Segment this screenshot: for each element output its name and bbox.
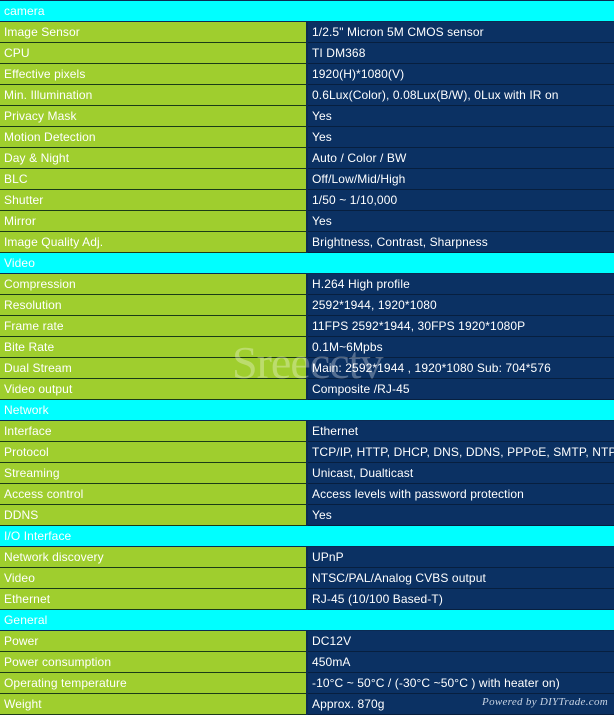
spec-value: Brightness, Contrast, Sharpness	[307, 231, 614, 253]
spec-label: Network discovery	[0, 546, 308, 568]
spec-row: Protocol TCP/IP, HTTP, DHCP, DNS, DDNS, P…	[0, 441, 614, 463]
spec-row: Interface Ethernet	[0, 420, 614, 442]
section-header-row: I/O Interface	[0, 525, 614, 547]
spec-label: Resolution	[0, 294, 308, 316]
spec-row: Streaming Unicast, Dualticast	[0, 462, 614, 484]
spec-row: Resolution 2592*1944, 1920*1080	[0, 294, 614, 316]
spec-sheet-page: { "colors": { "section_header_bg": "#00f…	[0, 0, 614, 715]
spec-row: Network discovery UPnP	[0, 546, 614, 568]
spec-row: DDNS Yes	[0, 504, 614, 526]
spec-row: Power consumption 450mA	[0, 651, 614, 673]
spec-row: Shutter 1/50 ~ 1/10,000	[0, 189, 614, 211]
spec-label: Day & Night	[0, 147, 308, 169]
spec-value: 1/2.5" Micron 5M CMOS sensor	[307, 21, 614, 43]
spec-label: Image Sensor	[0, 21, 308, 43]
spec-value: TI DM368	[307, 42, 614, 64]
spec-value: Yes	[307, 210, 614, 232]
spec-row: Image Quality Adj. Brightness, Contrast, …	[0, 231, 614, 253]
spec-value: NTSC/PAL/Analog CVBS output	[307, 567, 614, 589]
spec-value: Yes	[307, 105, 614, 127]
spec-value: UPnP	[307, 546, 614, 568]
spec-label: CPU	[0, 42, 308, 64]
spec-label: Video output	[0, 378, 308, 400]
spec-row: Compression H.264 High profile	[0, 273, 614, 295]
spec-value: Unicast, Dualticast	[307, 462, 614, 484]
spec-value: 450mA	[307, 651, 614, 673]
spec-label: DDNS	[0, 504, 308, 526]
spec-row: Mirror Yes	[0, 210, 614, 232]
spec-row: Bite Rate 0.1M~6Mpbs	[0, 336, 614, 358]
spec-row: Frame rate 11FPS 2592*1944, 30FPS 1920*10…	[0, 315, 614, 337]
section-header-label: Video	[0, 252, 614, 274]
spec-row: Day & Night Auto / Color / BW	[0, 147, 614, 169]
spec-row: Image Sensor 1/2.5" Micron 5M CMOS sensor	[0, 21, 614, 43]
spec-label: Protocol	[0, 441, 308, 463]
spec-row: Power DC12V	[0, 630, 614, 652]
spec-label: Shutter	[0, 189, 308, 211]
section-header-label: camera	[0, 0, 614, 22]
spec-value: Off/Low/Mid/High	[307, 168, 614, 190]
spec-value: 2592*1944, 1920*1080	[307, 294, 614, 316]
spec-value: Ethernet	[307, 420, 614, 442]
spec-label: Dual Stream	[0, 357, 308, 379]
section-header-row: Video	[0, 252, 614, 274]
spec-label: Bite Rate	[0, 336, 308, 358]
spec-row: Effective pixels 1920(H)*1080(V)	[0, 63, 614, 85]
section-header-row: General	[0, 609, 614, 631]
spec-value: Main: 2592*1944 , 1920*1080 Sub: 704*576	[307, 357, 614, 379]
spec-label: Mirror	[0, 210, 308, 232]
spec-value: H.264 High profile	[307, 273, 614, 295]
spec-value: 0.6Lux(Color), 0.08Lux(B/W), 0Lux with I…	[307, 84, 614, 106]
spec-label: Video	[0, 567, 308, 589]
spec-label: Privacy Mask	[0, 105, 308, 127]
spec-row: Video output Composite /RJ-45	[0, 378, 614, 400]
spec-label: Compression	[0, 273, 308, 295]
section-header-row: camera	[0, 0, 614, 22]
spec-value: DC12V	[307, 630, 614, 652]
spec-label: Access control	[0, 483, 308, 505]
spec-row: BLC Off/Low/Mid/High	[0, 168, 614, 190]
spec-value: Composite /RJ-45	[307, 378, 614, 400]
section-header-row: Network	[0, 399, 614, 421]
spec-label: Power	[0, 630, 308, 652]
spec-label: Ethernet	[0, 588, 308, 610]
spec-row: Video NTSC/PAL/Analog CVBS output	[0, 567, 614, 589]
powered-by-badge: Powered by DIYTrade.com	[482, 696, 608, 708]
specification-table: camera Image Sensor 1/2.5" Micron 5M CMOS …	[0, 0, 614, 715]
section-header-label: General	[0, 609, 614, 631]
section-header-label: Network	[0, 399, 614, 421]
spec-row: Motion Detection Yes	[0, 126, 614, 148]
spec-label: Image Quality Adj.	[0, 231, 308, 253]
spec-row: Privacy Mask Yes	[0, 105, 614, 127]
spec-label: Streaming	[0, 462, 308, 484]
spec-label: Power consumption	[0, 651, 308, 673]
spec-label: Weight	[0, 693, 308, 715]
spec-label: Interface	[0, 420, 308, 442]
spec-label: Motion Detection	[0, 126, 308, 148]
spec-value: 1920(H)*1080(V)	[307, 63, 614, 85]
spec-value: 0.1M~6Mpbs	[307, 336, 614, 358]
spec-value: Access levels with password protection	[307, 483, 614, 505]
spec-value: RJ-45 (10/100 Based-T)	[307, 588, 614, 610]
spec-label: Min. Illumination	[0, 84, 308, 106]
spec-value: Yes	[307, 126, 614, 148]
spec-label: BLC	[0, 168, 308, 190]
spec-value: 11FPS 2592*1944, 30FPS 1920*1080P	[307, 315, 614, 337]
spec-value: Auto / Color / BW	[307, 147, 614, 169]
spec-label: Effective pixels	[0, 63, 308, 85]
spec-value: TCP/IP, HTTP, DHCP, DNS, DDNS, PPPoE, SM…	[307, 441, 614, 463]
section-header-label: I/O Interface	[0, 525, 614, 547]
spec-value: -10°C ~ 50°C / (-30°C ~50°C ) with heate…	[307, 672, 614, 694]
spec-label: Frame rate	[0, 315, 308, 337]
spec-row: Min. Illumination 0.6Lux(Color), 0.08Lux(…	[0, 84, 614, 106]
spec-row: Ethernet RJ-45 (10/100 Based-T)	[0, 588, 614, 610]
spec-table-body: camera Image Sensor 1/2.5" Micron 5M CMOS …	[0, 0, 614, 715]
spec-row: CPU TI DM368	[0, 42, 614, 64]
spec-label: Operating temperature	[0, 672, 308, 694]
spec-row: Dual Stream Main: 2592*1944 , 1920*1080 S…	[0, 357, 614, 379]
spec-row: Access control Access levels with passwor…	[0, 483, 614, 505]
spec-row: Operating temperature -10°C ~ 50°C / (-30…	[0, 672, 614, 694]
spec-value: Yes	[307, 504, 614, 526]
spec-value: 1/50 ~ 1/10,000	[307, 189, 614, 211]
